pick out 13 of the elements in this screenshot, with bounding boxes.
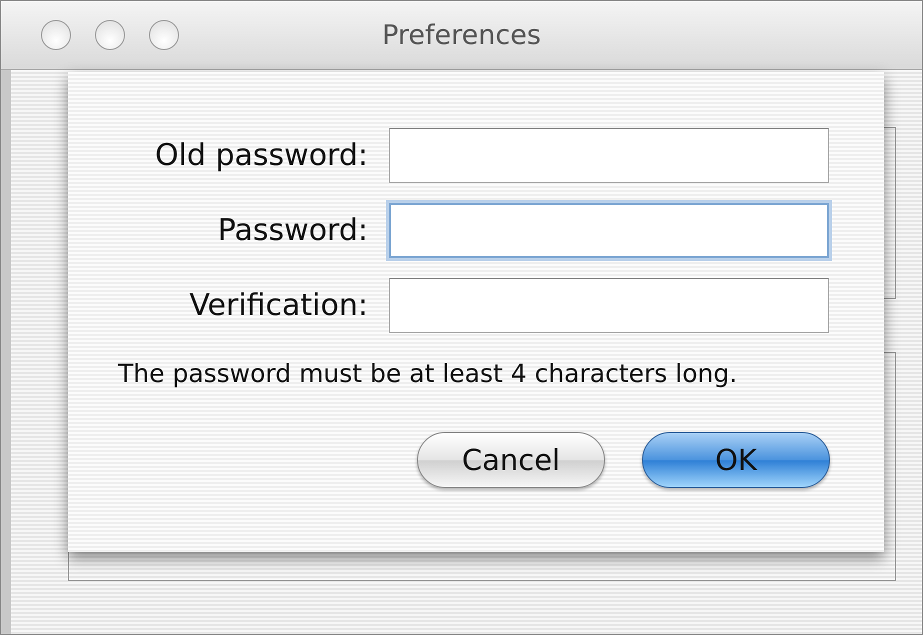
minimize-button[interactable]: [95, 20, 125, 50]
cancel-button[interactable]: Cancel: [417, 432, 605, 488]
password-field[interactable]: [389, 203, 829, 258]
field-label: Old password:: [154, 138, 368, 173]
hint-text: The password must be at least 4 characters long.: [118, 359, 738, 388]
ok-button[interactable]: OK: [642, 432, 830, 488]
password-field[interactable]: [389, 128, 829, 183]
field-label: Verification:: [188, 288, 368, 323]
field-label: Password:: [216, 213, 368, 248]
zoom-button[interactable]: [149, 20, 179, 50]
window-title: Preferences: [382, 20, 541, 50]
password-field[interactable]: [389, 278, 829, 333]
close-button[interactable]: [41, 20, 71, 50]
